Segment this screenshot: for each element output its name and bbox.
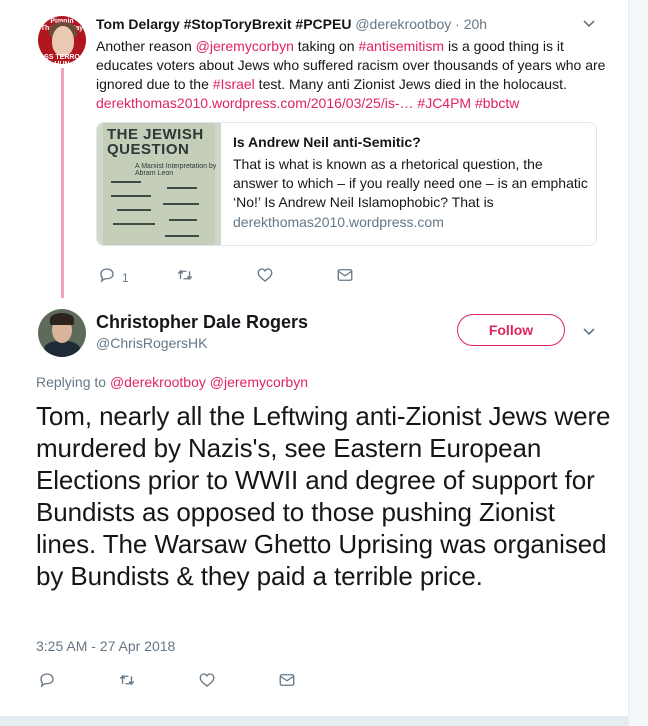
replying-to-mention[interactable]: @jeremycorbyn (210, 374, 308, 390)
tweet-link[interactable]: @jeremycorbyn (196, 38, 294, 54)
reply-count: 1 (122, 270, 129, 285)
book-cover-title: THE JEWISH QUESTION (107, 126, 204, 158)
main-tweet-text: Tom, nearly all the Leftwing anti-Zionis… (36, 401, 611, 591)
parent-tweet-text: Another reason @jeremycorbyn taking on #… (96, 37, 616, 113)
tweet-link[interactable]: #JC4PM (417, 95, 471, 111)
tweet-link[interactable]: #bbctw (475, 95, 519, 111)
tweet-text-segment: Another reason (96, 38, 196, 54)
tweet-text-segment: taking on (293, 38, 359, 54)
tweet-timestamp[interactable]: 3:25 AM - 27 Apr 2018 (36, 638, 175, 654)
heart-icon (256, 266, 274, 289)
link-preview-card[interactable]: THE JEWISH QUESTION A Marxist Interpreta… (96, 122, 597, 246)
card-title: Is Andrew Neil anti-Semitic? (233, 134, 421, 150)
card-description: That is what is known as a rhetorical qu… (233, 156, 588, 210)
parent-author-handle[interactable]: @derekrootboy (355, 16, 451, 32)
main-author-handle[interactable]: @ChrisRogersHK (96, 335, 207, 351)
retweet-icon (176, 266, 194, 289)
like-button[interactable] (198, 671, 216, 694)
follow-button[interactable]: Follow (457, 314, 565, 346)
retweet-button[interactable] (176, 266, 194, 289)
tweet-link[interactable]: derekthomas2010.wordpress.com/2016/03/25… (96, 95, 414, 111)
scrollbar-gutter[interactable] (628, 0, 648, 726)
chevron-down-icon[interactable] (582, 324, 596, 341)
retweet-button[interactable] (118, 671, 136, 694)
main-author-avatar[interactable] (38, 309, 86, 357)
parent-author-name[interactable]: Tom Delargy #StopToryBrexit #PCPEU (96, 16, 351, 32)
card-domain: derekthomas2010.wordpress.com (233, 214, 444, 230)
retweet-icon (118, 671, 136, 694)
parent-tweet-time[interactable]: · 20h (455, 16, 487, 32)
like-button[interactable] (256, 266, 274, 289)
tweet-conversation: Pimpin Theresa May SS TERRO HUN Tom Dela… (0, 0, 628, 726)
heart-icon (198, 671, 216, 694)
direct-message-button[interactable] (278, 671, 296, 694)
avatar-text-bottom: SS TERRO HUN (44, 54, 80, 64)
direct-message-button[interactable] (336, 266, 354, 289)
tweet-link[interactable]: #antisemitism (358, 38, 444, 54)
reply-icon (98, 266, 116, 289)
tweet-text-segment: test. Many anti Zionist Jews died in the… (254, 76, 567, 92)
book-cover-image: THE JEWISH QUESTION A Marxist Interpreta… (97, 123, 221, 245)
thread-connector-line (61, 68, 64, 298)
main-author-name[interactable]: Christopher Dale Rogers (96, 312, 308, 333)
replying-to-line: Replying to @derekrootboy @jeremycorbyn (36, 374, 308, 390)
parent-tweet-header: Tom Delargy #StopToryBrexit #PCPEU @dere… (96, 16, 487, 32)
parent-author-avatar[interactable]: Pimpin Theresa May SS TERRO HUN (38, 16, 86, 64)
book-cover-subtitle: A Marxist Interpretation by Abram Leon (135, 163, 217, 177)
envelope-icon (278, 671, 296, 694)
replying-prefix: Replying to (36, 374, 110, 390)
bottom-divider (0, 716, 628, 726)
reply-button[interactable]: 1 (98, 266, 129, 289)
envelope-icon (336, 266, 354, 289)
reply-icon (38, 671, 56, 694)
replying-to-mention[interactable]: @derekrootboy (110, 374, 206, 390)
tweet-link[interactable]: #Israel (213, 76, 255, 92)
reply-button[interactable] (38, 671, 56, 694)
chevron-down-icon[interactable] (582, 16, 596, 33)
